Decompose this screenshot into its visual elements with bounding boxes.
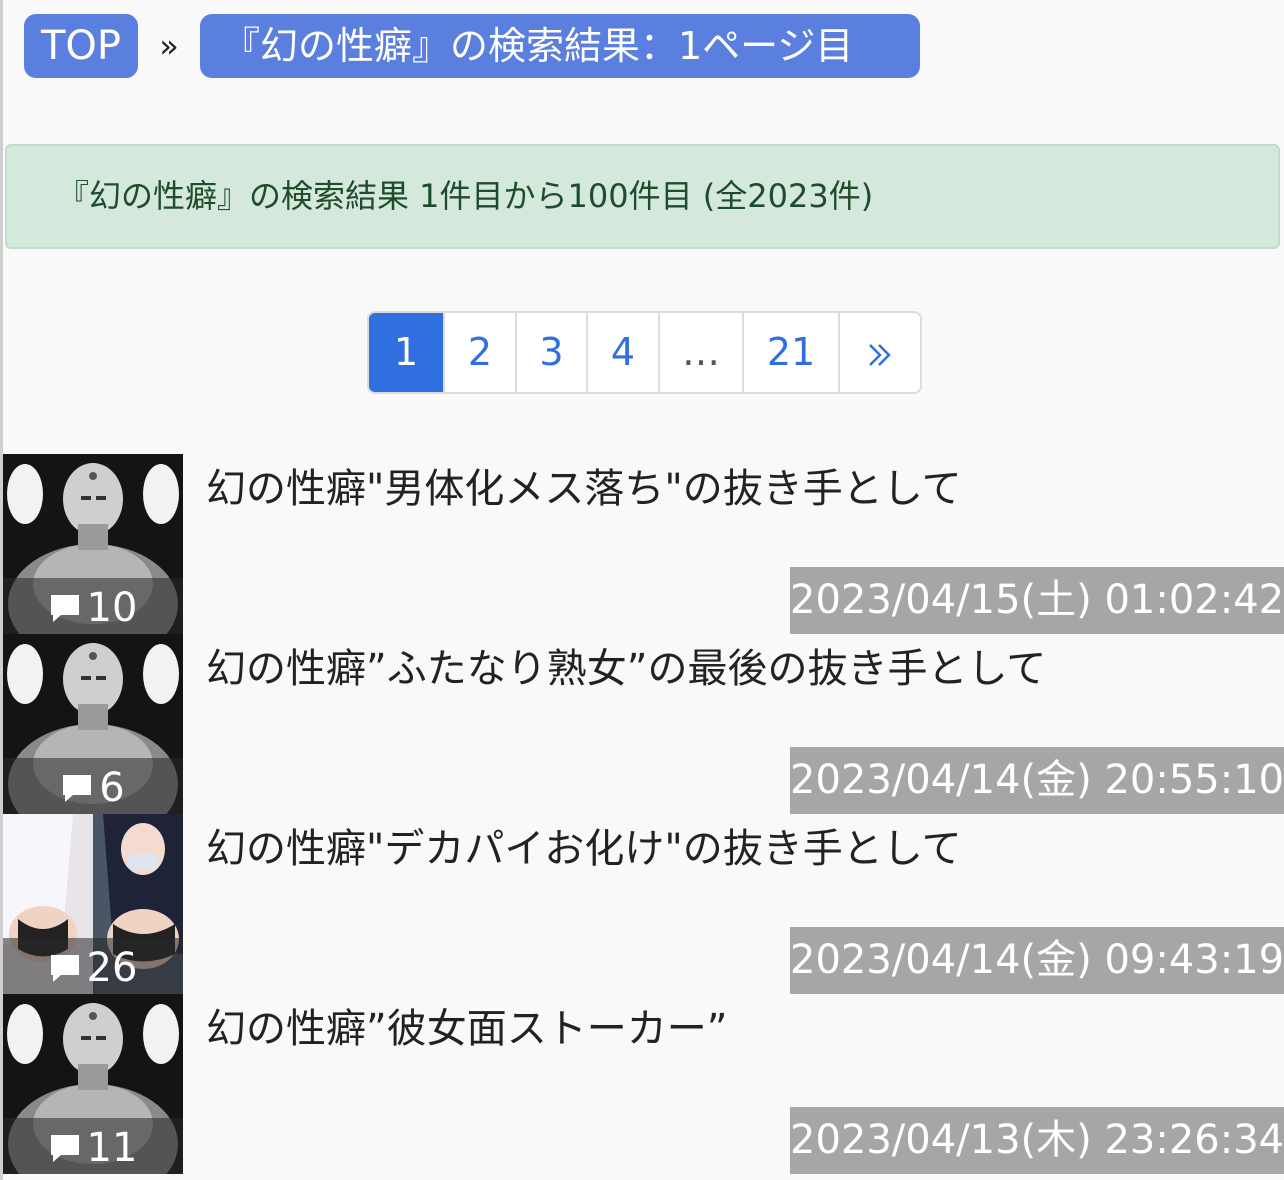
post-thumbnail[interactable]: 6 <box>3 634 183 814</box>
comment-icon <box>50 595 79 622</box>
page-link-21[interactable]: 21 <box>742 313 838 392</box>
comment-count: 26 <box>86 945 138 991</box>
page-link-4[interactable]: 4 <box>586 313 658 392</box>
page-link-1[interactable]: 1 <box>369 313 443 392</box>
post-item[interactable]: 6 幻の性癖”ふたなり熟女”の最後の抜き手として 2023/04/14(金) 2… <box>3 634 1284 814</box>
post-title[interactable]: 幻の性癖"デカパイお化け"の抜き手として <box>206 824 962 874</box>
page-link-2[interactable]: 2 <box>443 313 515 392</box>
breadcrumb: TOP » 『幻の性癖』の検索結果：1ページ目 <box>24 14 920 78</box>
post-thumbnail[interactable]: 10 <box>3 454 183 634</box>
search-result-summary: 『幻の性癖』の検索結果 1件目から100件目 (全2023件) <box>5 144 1280 249</box>
post-title[interactable]: 幻の性癖"男体化メス落ち"の抜き手として <box>206 464 962 514</box>
comment-count: 11 <box>86 1125 138 1171</box>
post-thumbnail[interactable]: 11 <box>3 994 183 1174</box>
post-date: 2023/04/13(木) 23:26:34 <box>790 1107 1284 1174</box>
post-list: 10 幻の性癖"男体化メス落ち"の抜き手として 2023/04/15(土) 01… <box>3 454 1284 1174</box>
post-thumbnail[interactable]: 26 <box>3 814 183 994</box>
page-ellipsis: … <box>658 313 742 392</box>
breadcrumb-current-page[interactable]: 『幻の性癖』の検索結果：1ページ目 <box>200 14 920 78</box>
comment-count-badge: 11 <box>3 1118 183 1174</box>
post-title[interactable]: 幻の性癖”彼女面ストーカー” <box>206 1004 727 1054</box>
comment-icon <box>63 775 92 802</box>
post-item[interactable]: 26 幻の性癖"デカパイお化け"の抜き手として 2023/04/14(金) 09… <box>3 814 1284 994</box>
comment-count: 6 <box>99 765 125 811</box>
post-item[interactable]: 11 幻の性癖”彼女面ストーカー” 2023/04/13(木) 23:26:34 <box>3 994 1284 1174</box>
double-chevron-right-icon <box>869 343 891 366</box>
comment-count-badge: 6 <box>3 758 183 814</box>
comment-count-badge: 10 <box>3 578 183 634</box>
comment-count: 10 <box>86 585 138 631</box>
comment-icon <box>50 1135 79 1162</box>
pagination: 1 2 3 4 … 21 <box>367 311 922 394</box>
breadcrumb-top-link[interactable]: TOP <box>24 14 138 78</box>
page-next-button[interactable] <box>838 313 920 392</box>
post-date: 2023/04/14(金) 20:55:10 <box>790 747 1284 814</box>
post-title[interactable]: 幻の性癖”ふたなり熟女”の最後の抜き手として <box>206 644 1046 694</box>
comment-count-badge: 26 <box>3 938 183 994</box>
post-date: 2023/04/15(土) 01:02:42 <box>790 567 1284 634</box>
post-date: 2023/04/14(金) 09:43:19 <box>790 927 1284 994</box>
post-item[interactable]: 10 幻の性癖"男体化メス落ち"の抜き手として 2023/04/15(土) 01… <box>3 454 1284 634</box>
breadcrumb-separator: » <box>159 27 179 65</box>
comment-icon <box>50 955 79 982</box>
page-link-3[interactable]: 3 <box>515 313 586 392</box>
